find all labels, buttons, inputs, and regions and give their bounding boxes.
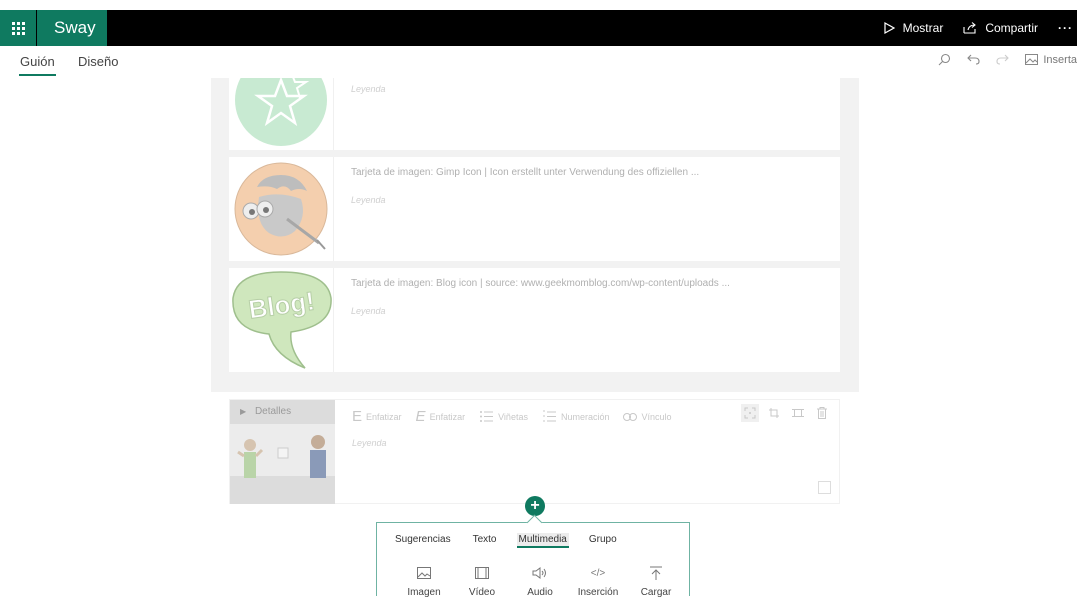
- redo-icon[interactable]: [996, 54, 1010, 65]
- select-checkbox[interactable]: [818, 481, 831, 494]
- header-actions: Mostrar Compartir ···: [883, 10, 1077, 46]
- add-content-button[interactable]: +: [525, 496, 545, 516]
- embed-icon: </>: [590, 567, 606, 579]
- focus-point-icon: [744, 407, 756, 419]
- tab-text[interactable]: Texto: [471, 533, 499, 548]
- panel-pointer: [526, 514, 543, 531]
- view-tabs-bar: Guión Diseño Inserta: [0, 46, 1077, 78]
- tool-label: Numeración: [560, 411, 610, 422]
- card-divider: [333, 268, 334, 372]
- share-label: Compartir: [985, 21, 1038, 35]
- app-brand[interactable]: Sway: [37, 10, 107, 46]
- details-label: Detalles: [254, 406, 292, 417]
- gimp-icon: [234, 162, 328, 256]
- crop-icon: [769, 408, 779, 418]
- link-button[interactable]: Vínculo: [623, 411, 672, 422]
- tab-group[interactable]: Grupo: [587, 533, 619, 548]
- card-thumbnail: [229, 157, 334, 261]
- card-caption[interactable]: Leyenda: [352, 438, 387, 448]
- details-toggle[interactable]: ▶ Detalles: [230, 400, 335, 424]
- card-title[interactable]: Tarjeta de imagen: Blog icon | source: w…: [351, 278, 730, 289]
- emphasize-italic-icon: E: [415, 408, 426, 425]
- emphasize-button[interactable]: E Enfatizar: [352, 408, 402, 425]
- insert-item-label: Vídeo: [468, 587, 496, 598]
- card-divider: [333, 78, 334, 150]
- tool-label: Enfatizar: [429, 411, 466, 422]
- undo-icon[interactable]: [967, 54, 980, 65]
- insert-panel-tabs: Sugerencias Texto Multimedia Grupo: [393, 533, 637, 548]
- card-caption[interactable]: Leyenda: [351, 306, 386, 316]
- edit-toolbar: Inserta: [938, 53, 1077, 66]
- delete-button[interactable]: [813, 404, 831, 422]
- card-actions: [735, 404, 831, 422]
- trash-icon: [817, 407, 827, 419]
- caret-right-icon: ▶: [240, 407, 247, 416]
- play-icon: [884, 22, 895, 34]
- image-card[interactable]: Blog! Tarjeta de imagen: Blog icon | sou…: [229, 268, 840, 372]
- focus-point-button[interactable]: [741, 404, 759, 422]
- text-format-toolbar: E Enfatizar E Enfatizar Viñetas Numeración…: [352, 408, 686, 425]
- upload-button[interactable]: Cargar: [627, 565, 685, 598]
- star-icon: [235, 78, 327, 146]
- app-header: Sway Mostrar Compartir ···: [0, 10, 1077, 46]
- insert-label: Inserta: [1043, 53, 1077, 66]
- present-label: Mostrar: [902, 21, 944, 35]
- emphasize-more-button[interactable]: E Enfatizar: [416, 408, 466, 425]
- plus-icon: +: [530, 497, 540, 514]
- insert-item-label: Audio: [527, 587, 553, 598]
- tab-design[interactable]: Diseño: [78, 54, 118, 69]
- insert-audio-button[interactable]: Audio: [511, 565, 569, 598]
- blog-bubble-icon: Blog!: [232, 271, 332, 369]
- card-caption[interactable]: Leyenda: [351, 84, 386, 94]
- card-thumbnail: Blog!: [229, 268, 334, 372]
- image-card[interactable]: Tarjeta de imagen: Gimp Icon | Icon erst…: [229, 157, 840, 261]
- tab-suggestions[interactable]: Sugerencias: [393, 533, 453, 548]
- app-launcher-button[interactable]: [0, 10, 36, 46]
- tab-storyline[interactable]: Guión: [19, 54, 56, 76]
- share-button[interactable]: Compartir: [963, 21, 1038, 35]
- share-icon: [963, 22, 977, 34]
- insert-embed-button[interactable]: </> Inserción: [569, 565, 627, 598]
- emphasize-icon: E: [352, 408, 363, 425]
- video-icon: [475, 565, 489, 581]
- card-caption[interactable]: Leyenda: [351, 195, 386, 205]
- link-icon: [623, 412, 638, 421]
- tab-media[interactable]: Multimedia: [516, 533, 569, 548]
- expand-icon: [792, 409, 804, 417]
- image-icon: [1025, 54, 1039, 65]
- search-icon[interactable]: [938, 53, 951, 66]
- media-items: Imagen Vídeo Audio </> Inserción Cargar: [395, 565, 685, 598]
- tool-label: Enfatizar: [366, 411, 402, 422]
- card-divider: [333, 157, 334, 261]
- crop-button[interactable]: [765, 404, 783, 422]
- insert-image-button[interactable]: Imagen: [395, 565, 453, 598]
- selected-image-card[interactable]: ▶ Detalles E Enfatizar E Enfatizar Viñetas…: [229, 399, 840, 504]
- audio-icon: [532, 565, 548, 581]
- numbering-button[interactable]: Numeración: [542, 410, 610, 423]
- insert-button[interactable]: Inserta: [1025, 54, 1077, 66]
- present-button[interactable]: Mostrar: [883, 21, 944, 35]
- image-icon: [417, 565, 431, 581]
- card-thumbnail: [229, 78, 334, 150]
- insert-item-label: Imagen: [407, 587, 441, 598]
- insert-content-panel: Sugerencias Texto Multimedia Grupo Image…: [376, 514, 690, 598]
- bullets-button[interactable]: Viñetas: [479, 410, 528, 423]
- card-title[interactable]: Tarjeta de imagen: Gimp Icon | Icon erst…: [351, 167, 699, 178]
- waffle-icon: [11, 21, 25, 35]
- insert-video-button[interactable]: Vídeo: [453, 565, 511, 598]
- numbering-icon: [542, 410, 556, 422]
- emphasis-size-button[interactable]: [789, 404, 807, 422]
- insert-item-label: Cargar: [640, 587, 672, 598]
- insert-item-label: Inserción: [577, 587, 619, 598]
- upload-icon: [650, 565, 662, 581]
- tool-label: Vínculo: [641, 411, 672, 422]
- bullets-icon: [480, 411, 494, 422]
- image-card[interactable]: Leyenda: [229, 78, 840, 150]
- more-options-button[interactable]: ···: [1058, 21, 1073, 35]
- tool-label: Viñetas: [498, 411, 528, 422]
